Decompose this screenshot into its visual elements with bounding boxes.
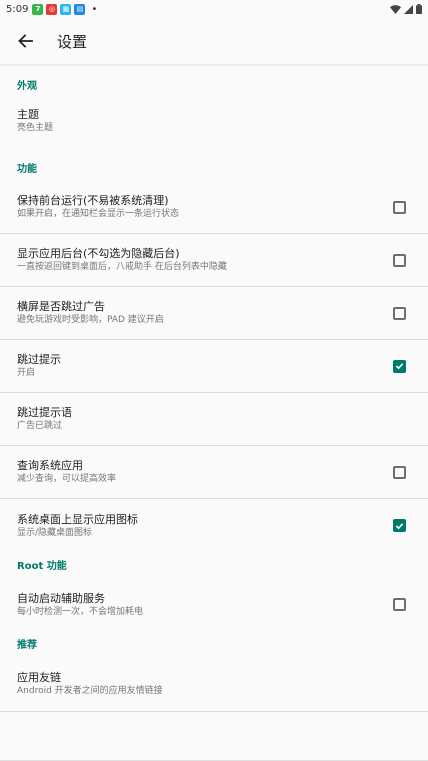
checkbox[interactable]	[393, 465, 406, 479]
pref-summary: 一直按返回键到桌面后，八戒助手 在后台列表中隐藏	[17, 262, 227, 272]
status-time: 5:09	[6, 3, 29, 15]
pref-title: 自动启动辅助服务	[17, 591, 105, 605]
pref-theme[interactable]: 主题 亮色主题	[0, 98, 428, 143]
pref-skip-tip[interactable]: 跳过提示 开启	[0, 340, 428, 393]
pref-title: 横屏是否跳过广告	[17, 300, 105, 313]
category-appearance: 外观	[17, 81, 37, 92]
pref-title: 跳过提示	[17, 353, 61, 366]
pref-query-system-apps[interactable]: 查询系统应用 减少查询，可以提高效率	[0, 446, 428, 499]
wifi-icon	[390, 4, 401, 14]
checkbox[interactable]	[393, 598, 406, 611]
checkbox[interactable]	[393, 519, 406, 532]
category-features: 功能	[17, 164, 37, 175]
blue-app-icon: ▦	[60, 3, 72, 15]
battery-icon	[416, 4, 422, 14]
toolbar: 设置	[0, 18, 428, 64]
checkbox[interactable]	[393, 200, 406, 214]
category-root: Root 功能	[17, 561, 67, 572]
signal-icon	[404, 4, 413, 14]
pref-title: 主题	[17, 107, 39, 121]
pref-summary: 避免玩游戏时受影响，PAD 建议开启	[17, 315, 164, 325]
pref-summary: 减少查询，可以提高效率	[17, 474, 117, 484]
back-button[interactable]	[0, 18, 50, 64]
notification-dot: •	[91, 3, 98, 15]
pref-landscape-skip-ad[interactable]: 横屏是否跳过广告 避免玩游戏时受影响，PAD 建议开启	[0, 287, 428, 340]
pref-auto-start-accessibility[interactable]: 自动启动辅助服务 每小时检测一次，不会增加耗电	[0, 578, 428, 631]
blue-app-icon-2: ▤	[74, 3, 86, 15]
checkbox[interactable]	[393, 359, 406, 373]
status-app-icons: 7 ◎ ▦ ▤ •	[32, 3, 98, 15]
pref-summary: 开启	[17, 368, 36, 378]
pref-keep-foreground[interactable]: 保持前台运行(不易被系统清理) 如果开启，在通知栏会显示一条运行状态	[0, 181, 428, 234]
pref-title: 保持前台运行(不易被系统清理)	[17, 194, 169, 207]
status-right	[390, 4, 422, 14]
arrow-back-icon	[18, 34, 33, 48]
checkmark-icon	[395, 522, 404, 529]
pref-title: 跳过提示语	[17, 406, 72, 419]
pref-title: 显示应用后台(不勾选为隐藏后台)	[17, 247, 180, 260]
pref-summary: 如果开启，在通知栏会显示一条运行状态	[17, 209, 180, 219]
checkbox[interactable]	[393, 253, 406, 267]
pref-summary: 每小时检测一次，不会增加耗电	[17, 606, 144, 617]
status-bar: 5:09 7 ◎ ▦ ▤ •	[0, 0, 428, 18]
pref-show-background[interactable]: 显示应用后台(不勾选为隐藏后台) 一直按返回键到桌面后，八戒助手 在后台列表中隐…	[0, 234, 428, 287]
checkbox[interactable]	[393, 306, 406, 320]
category-recommend: 推荐	[17, 640, 37, 651]
red-app-icon: ◎	[46, 3, 58, 15]
page-title: 设置	[57, 32, 88, 51]
pref-app-links[interactable]: 应用友链 Android 开发者之间的应用友情链接	[0, 657, 428, 712]
checkmark-icon	[395, 363, 404, 370]
pref-summary: Android 开发者之间的应用友情链接	[17, 686, 163, 696]
pref-skip-tip-text[interactable]: 跳过提示语 广告已跳过	[0, 393, 428, 446]
pref-summary: 亮色主题	[17, 122, 54, 133]
pref-title: 系统桌面上显示应用图标	[17, 512, 138, 526]
pref-title: 查询系统应用	[17, 459, 83, 472]
pref-summary: 显示/隐藏桌面图标	[17, 527, 93, 538]
green-app-icon: 7	[32, 3, 44, 15]
pref-summary: 广告已跳过	[17, 421, 63, 431]
pref-title: 应用友链	[17, 671, 61, 684]
pref-show-desktop-icon[interactable]: 系统桌面上显示应用图标 显示/隐藏桌面图标	[0, 499, 428, 552]
